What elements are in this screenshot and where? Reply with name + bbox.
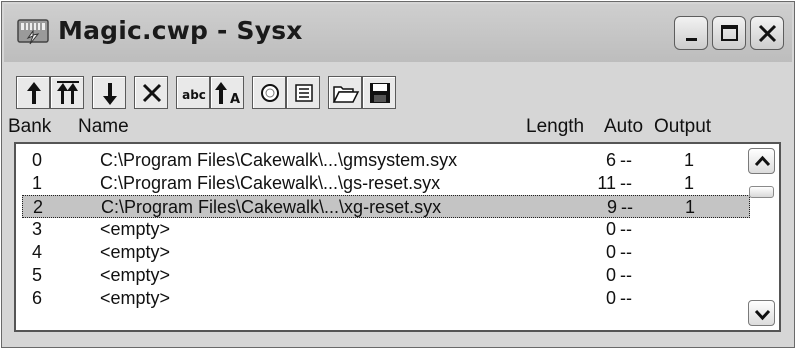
- vertical-scrollbar[interactable]: [748, 148, 775, 326]
- sort-up-button[interactable]: A: [210, 76, 244, 109]
- row-bank: 0: [32, 150, 43, 170]
- list-row-3[interactable]: 3 <empty> 0 --: [22, 218, 750, 241]
- row-auto: --: [620, 242, 632, 262]
- row-length: 0: [605, 288, 616, 308]
- row-name: <empty>: [100, 219, 171, 239]
- svg-text:abc: abc: [182, 88, 206, 102]
- row-output: 1: [684, 150, 695, 170]
- list-icon: [295, 84, 313, 102]
- row-name: C:\Program Files\Cakewalk\...\gmsystem.s…: [100, 150, 458, 170]
- list-row-1[interactable]: 1 C:\Program Files\Cakewalk\...\gs-reset…: [22, 172, 750, 195]
- toolbar: abc A: [16, 76, 536, 110]
- arrow-up-multi-icon: [57, 81, 79, 104]
- row-length: 6: [605, 150, 616, 170]
- row-auto: --: [621, 197, 633, 217]
- row-bank: 6: [32, 288, 43, 308]
- list-row-0[interactable]: 0 C:\Program Files\Cakewalk\...\gmsystem…: [22, 149, 750, 172]
- up-a-icon: A: [215, 82, 240, 107]
- close-button[interactable]: [750, 16, 784, 50]
- column-header-name[interactable]: Name: [78, 116, 129, 138]
- row-name: C:\Program Files\Cakewalk\...\xg-reset.s…: [101, 197, 442, 217]
- maximize-icon: [721, 25, 738, 41]
- move-to-top-button[interactable]: [50, 76, 84, 109]
- column-header-output[interactable]: Output: [654, 116, 711, 138]
- sysx-bank-list[interactable]: 0 C:\Program Files\Cakewalk\...\gmsystem…: [14, 142, 781, 332]
- rename-button[interactable]: abc: [176, 76, 210, 109]
- save-button[interactable]: [362, 76, 396, 109]
- record-button[interactable]: [252, 76, 286, 109]
- scroll-up-button[interactable]: [748, 148, 775, 174]
- row-auto: --: [620, 265, 632, 285]
- row-auto: --: [620, 219, 632, 239]
- column-header-length[interactable]: Length: [526, 116, 584, 138]
- column-header-bank[interactable]: Bank: [8, 116, 51, 138]
- row-name: C:\Program Files\Cakewalk\...\gs-reset.s…: [100, 173, 441, 193]
- row-auto: --: [620, 288, 632, 308]
- move-up-button[interactable]: [16, 76, 50, 109]
- row-bank: 3: [32, 219, 43, 239]
- title-bar[interactable]: Magic.cwp - Sysx: [4, 4, 792, 62]
- list-row-4[interactable]: 4 <empty> 0 --: [22, 241, 750, 264]
- row-bank: 2: [33, 197, 44, 217]
- row-length: 9: [606, 197, 617, 217]
- row-output: 1: [684, 173, 695, 193]
- row-length: 11: [597, 173, 616, 193]
- chevron-up-icon: [754, 155, 771, 167]
- row-length: 0: [605, 219, 616, 239]
- window-title: Magic.cwp - Sysx: [58, 16, 303, 45]
- row-auto: --: [620, 150, 632, 170]
- row-auto: --: [620, 173, 632, 193]
- svg-text:A: A: [230, 92, 240, 107]
- minimize-button[interactable]: [674, 16, 708, 50]
- scroll-thumb[interactable]: [749, 186, 774, 198]
- row-length: 0: [605, 242, 616, 262]
- minimize-icon: [686, 38, 697, 41]
- open-folder-icon: [332, 86, 360, 103]
- circle-icon: [261, 84, 279, 102]
- open-button[interactable]: [328, 76, 362, 109]
- chevron-down-icon: [754, 309, 771, 321]
- maximize-button[interactable]: [712, 16, 746, 50]
- row-output: 1: [685, 197, 696, 217]
- list-row-6[interactable]: 6 <empty> 0 --: [22, 287, 750, 310]
- sysx-window: Magic.cwp - Sysx abc A Bank Name Length …: [1, 1, 795, 348]
- delete-button[interactable]: [134, 76, 168, 109]
- arrow-up-icon: [27, 82, 41, 104]
- abc-icon: abc: [182, 88, 206, 102]
- save-disk-icon: [370, 83, 390, 103]
- row-bank: 1: [32, 173, 43, 193]
- move-down-button[interactable]: [92, 76, 126, 109]
- properties-button[interactable]: [286, 76, 320, 109]
- row-name: <empty>: [100, 288, 171, 308]
- list-row-2-selected[interactable]: 2 C:\Program Files\Cakewalk\...\xg-reset…: [22, 195, 750, 218]
- list-row-5[interactable]: 5 <empty> 0 --: [22, 264, 750, 287]
- row-name: <empty>: [100, 265, 171, 285]
- row-bank: 4: [32, 242, 43, 262]
- column-header-auto[interactable]: Auto: [604, 116, 643, 138]
- delete-x-icon: [142, 83, 162, 103]
- row-bank: 5: [32, 265, 43, 285]
- keyboard-icon: [17, 19, 49, 45]
- arrow-down-icon: [103, 83, 117, 105]
- row-name: <empty>: [100, 242, 171, 262]
- scroll-down-button[interactable]: [748, 300, 775, 326]
- row-length: 0: [605, 265, 616, 285]
- close-icon: [758, 24, 777, 43]
